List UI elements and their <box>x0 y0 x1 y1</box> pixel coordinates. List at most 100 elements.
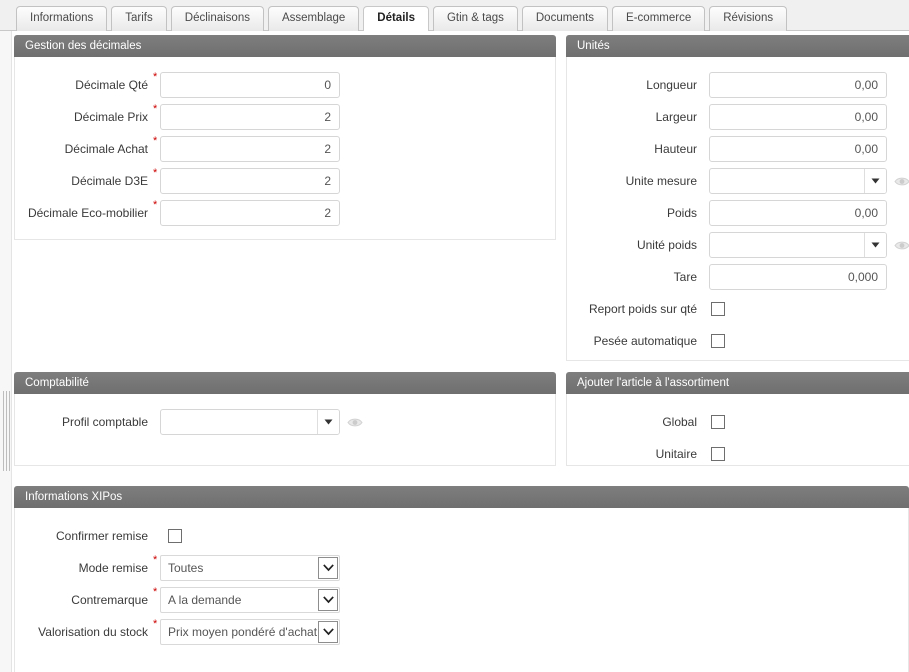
required-marker: * <box>153 554 158 566</box>
panel-title-xipos: Informations XIPos <box>14 486 909 508</box>
field-label: Profil comptable <box>61 415 148 429</box>
field-label: Hauteur <box>654 142 697 156</box>
chevron-down-icon[interactable] <box>317 410 339 434</box>
form-row: Hauteur * <box>567 133 909 165</box>
required-marker: * <box>153 409 160 419</box>
select-valorisation-du-stock[interactable]: Prix moyen pondéré d'achat <box>160 619 340 645</box>
input-decimale-d3e[interactable] <box>160 168 340 194</box>
form-row: Poids * <box>567 197 909 229</box>
required-marker: * <box>702 72 709 82</box>
tab-r-visions[interactable]: Révisions <box>709 6 788 31</box>
field-label: Décimale Eco-mobilier <box>27 206 148 220</box>
required-marker: * <box>702 136 709 146</box>
input-longueur[interactable] <box>709 72 887 98</box>
panel-gestion-des-decimales: Gestion des décimales Décimale Qté*Décim… <box>14 35 556 240</box>
combobox-unite-mesure[interactable] <box>709 168 887 194</box>
checkbox-pesee-automatique[interactable] <box>711 334 725 348</box>
form-row: Valorisation du stock * Prix moyen pondéré… <box>15 616 908 648</box>
chevron-down-icon[interactable] <box>864 233 886 257</box>
panel-title-unites: Unités <box>566 35 909 57</box>
form-row: Profil comptable * <box>15 406 555 438</box>
tab-informations[interactable]: Informations <box>16 6 108 31</box>
tab-tarifs[interactable]: Tarifs <box>111 6 167 31</box>
input-largeur[interactable] <box>709 104 887 130</box>
field-label: Unité poids <box>636 238 697 252</box>
splitter-grip-icon <box>3 391 10 471</box>
required-marker: * <box>702 409 709 419</box>
panel-body-unites: Longueur*Largeur*Hauteur*Unite mesure*Po… <box>566 57 909 361</box>
panel-splitter-handle[interactable] <box>0 31 12 672</box>
field-label: Report poids sur qté <box>588 302 697 316</box>
input-decimale-prix[interactable] <box>160 104 340 130</box>
input-tare[interactable] <box>709 264 887 290</box>
tab-d-tails[interactable]: Détails <box>363 6 429 31</box>
panel-body-comptabilite: Profil comptable * <box>14 394 556 466</box>
panel-comptabilite: Comptabilité Profil comptable * <box>14 372 556 466</box>
panel-ajouter-article-assortiment: Ajouter l'article à l'assortiment Global… <box>566 372 909 466</box>
input-hauteur[interactable] <box>709 136 887 162</box>
input-decimale-eco-mobilier[interactable] <box>160 200 340 226</box>
panel-body-xipos: Confirmer remise * Mode remise * Toutes Contr… <box>14 508 909 672</box>
required-marker: * <box>153 167 158 179</box>
eye-icon[interactable] <box>347 414 363 430</box>
form-row: Unité poids * <box>567 229 909 261</box>
select-mode-remise[interactable]: Toutes <box>160 555 340 581</box>
tab-d-clinaisons[interactable]: Déclinaisons <box>170 6 264 31</box>
field-label: Tare <box>673 270 697 284</box>
field-label: Décimale D3E <box>71 174 148 188</box>
form-row: Décimale Achat * <box>15 133 555 165</box>
input-decimale-achat[interactable] <box>160 136 340 162</box>
input-decimale-qte[interactable] <box>160 72 340 98</box>
input-poids[interactable] <box>709 200 887 226</box>
combobox-value <box>710 169 864 193</box>
field-label: Valorisation du stock <box>38 625 148 639</box>
panel-title-assortiment: Ajouter l'article à l'assortiment <box>566 372 909 394</box>
form-row: Report poids sur qté * <box>567 293 909 325</box>
form-row: Largeur * <box>567 101 909 133</box>
field-label: Confirmer remise <box>55 529 148 543</box>
panel-title-comptabilite: Comptabilité <box>14 372 556 394</box>
chevron-down-icon[interactable] <box>864 169 886 193</box>
tab-assemblage[interactable]: Assemblage <box>267 6 360 31</box>
form-row: Global * <box>567 406 909 438</box>
field-label: Décimale Achat <box>64 142 148 156</box>
select-value: Toutes <box>168 561 204 575</box>
field-label: Pesée automatique <box>593 334 697 348</box>
eye-icon[interactable] <box>894 173 909 189</box>
required-marker: * <box>702 232 709 242</box>
required-marker: * <box>702 441 709 451</box>
required-marker: * <box>153 523 160 533</box>
form-row: Décimale D3E * <box>15 165 555 197</box>
chevron-down-icon[interactable] <box>318 557 338 579</box>
tab-e-commerce[interactable]: E-commerce <box>612 6 706 31</box>
checkbox-confirmer-remise[interactable] <box>168 529 182 543</box>
combobox-value <box>161 410 317 434</box>
required-marker: * <box>153 618 158 630</box>
checkbox-report-poids-sur-qte[interactable] <box>711 302 725 316</box>
field-label: Décimale Qté <box>75 78 148 92</box>
select-value: Prix moyen pondéré d'achat <box>168 625 318 639</box>
eye-icon[interactable] <box>894 237 909 253</box>
tab-documents[interactable]: Documents <box>521 6 609 31</box>
form-row: Mode remise * Toutes <box>15 552 908 584</box>
combobox-profil-comptable[interactable] <box>160 409 340 435</box>
select-value: A la demande <box>168 593 242 607</box>
chevron-down-icon[interactable] <box>318 621 338 643</box>
required-marker: * <box>702 328 709 338</box>
panel-title-decimales: Gestion des décimales <box>14 35 556 57</box>
required-marker: * <box>153 135 158 147</box>
panel-body-decimales: Décimale Qté*Décimale Prix*Décimale Acha… <box>14 57 556 240</box>
checkbox-global[interactable] <box>711 415 725 429</box>
form-row: Contremarque * A la demande <box>15 584 908 616</box>
field-label: Contremarque <box>71 593 148 607</box>
panel-unites: Unités Longueur*Largeur*Hauteur*Unite me… <box>566 35 909 361</box>
required-marker: * <box>153 103 158 115</box>
checkbox-unitaire[interactable] <box>711 447 725 461</box>
chevron-down-icon[interactable] <box>318 589 338 611</box>
form-row: Décimale Eco-mobilier * <box>15 197 555 229</box>
select-contremarque[interactable]: A la demande <box>160 587 340 613</box>
form-row: Décimale Prix * <box>15 101 555 133</box>
combobox-unite-poids[interactable] <box>709 232 887 258</box>
required-marker: * <box>702 200 709 210</box>
tab-gtin-tags[interactable]: Gtin & tags <box>432 6 518 31</box>
